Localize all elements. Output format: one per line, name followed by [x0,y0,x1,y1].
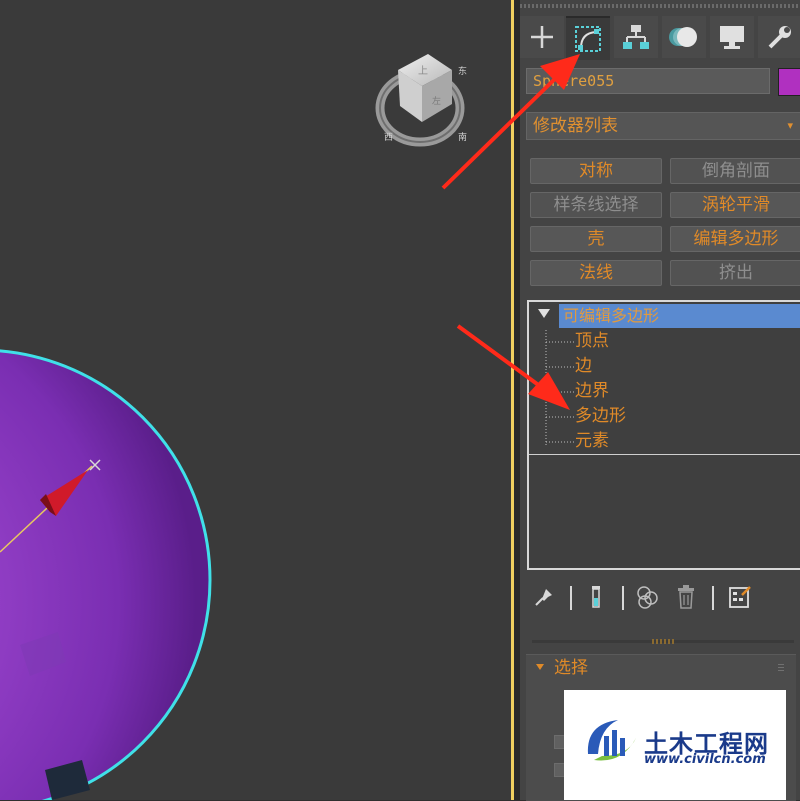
modify-icon [573,24,603,54]
modifier-list-label: 修改器列表 [533,116,618,136]
stack-tree-lines [545,330,574,445]
svg-text:上: 上 [418,65,428,77]
modifier-button-shell[interactable]: 壳 [530,226,662,252]
modifier-button-symmetry[interactable]: 对称 [530,158,662,184]
tab-create[interactable] [520,16,564,58]
stack-divider [529,454,800,455]
utilities-wrench-icon [766,23,794,51]
make-unique-button[interactable] [634,584,662,614]
stack-sub-element[interactable]: 元素 [575,430,609,452]
svg-text:左: 左 [432,95,441,107]
show-end-result-icon [585,584,607,614]
object-color-swatch[interactable] [778,68,800,96]
rollout-grip-icon [778,663,784,671]
remove-modifier-button[interactable] [672,584,700,614]
viewport-scene: 上 左 西 南 东 [0,54,467,800]
tool-separator [622,586,624,610]
sphere-object[interactable] [0,349,212,800]
tab-utilities[interactable] [758,16,800,58]
display-icon [718,24,746,50]
viewcube[interactable]: 上 左 西 南 东 [375,54,467,147]
pin-stack-button[interactable] [530,584,558,614]
watermark-logo: 土木工程网 www.civilcn.com [564,690,786,800]
expand-triangle-icon[interactable] [538,309,550,318]
hierarchy-icon [622,23,650,51]
splitter-grip-icon [652,639,674,644]
make-unique-icon [635,584,661,614]
collapse-triangle-icon [536,664,544,670]
civilcn-logo-icon [587,720,636,761]
modifier-button-bevel-profile[interactable]: 倒角剖面 [670,158,800,184]
command-panel: Sphere055 修改器列表 ▾ 对称 倒角剖面 样条线选择 涡轮平滑 壳 编… [520,0,800,801]
stack-item-editable-poly[interactable]: 可编辑多边形 [559,304,800,328]
chevron-down-icon: ▾ [787,119,793,132]
tool-separator [570,586,572,610]
panel-top-grip[interactable] [520,4,800,8]
pin-stack-icon [533,586,555,612]
rollout-header[interactable]: 选择 [526,655,796,681]
modifier-button-normal[interactable]: 法线 [530,260,662,286]
tab-display[interactable] [710,16,754,58]
watermark-url: www.civilcn.com [644,752,766,767]
svg-text:南: 南 [458,131,467,143]
show-end-result-button[interactable] [582,584,610,614]
modifier-button-extrude[interactable]: 挤出 [670,260,800,286]
tab-motion[interactable] [662,16,706,58]
modifier-button-turbosmooth[interactable]: 涡轮平滑 [670,192,800,218]
tool-separator [712,586,714,610]
perspective-viewport[interactable]: 上 左 西 南 东 [0,0,511,800]
stack-sub-border[interactable]: 边界 [575,380,609,402]
svg-text:东: 东 [458,65,467,77]
remove-modifier-icon [675,584,697,614]
configure-modifier-sets-button[interactable] [726,584,754,614]
tab-modify[interactable] [566,16,610,60]
modifier-button-edit-poly[interactable]: 编辑多边形 [670,226,800,252]
object-name-field[interactable]: Sphere055 [526,68,770,94]
stack-sub-edge[interactable]: 边 [575,355,592,377]
stack-sub-vertex[interactable]: 顶点 [575,330,609,352]
modifier-stack: 可编辑多边形 顶点 边 边界 多边形 元素 [527,300,800,570]
tab-hierarchy[interactable] [614,16,658,58]
create-plus-icon [529,24,555,50]
motion-icon [669,24,699,50]
rollout-title: 选择 [554,658,588,678]
modifier-button-spline-select[interactable]: 样条线选择 [530,192,662,218]
modifier-list-dropdown[interactable]: 修改器列表 ▾ [526,112,800,140]
svg-text:西: 西 [384,132,393,143]
configure-sets-icon [728,585,752,613]
stack-sub-polygon[interactable]: 多边形 [575,405,626,427]
